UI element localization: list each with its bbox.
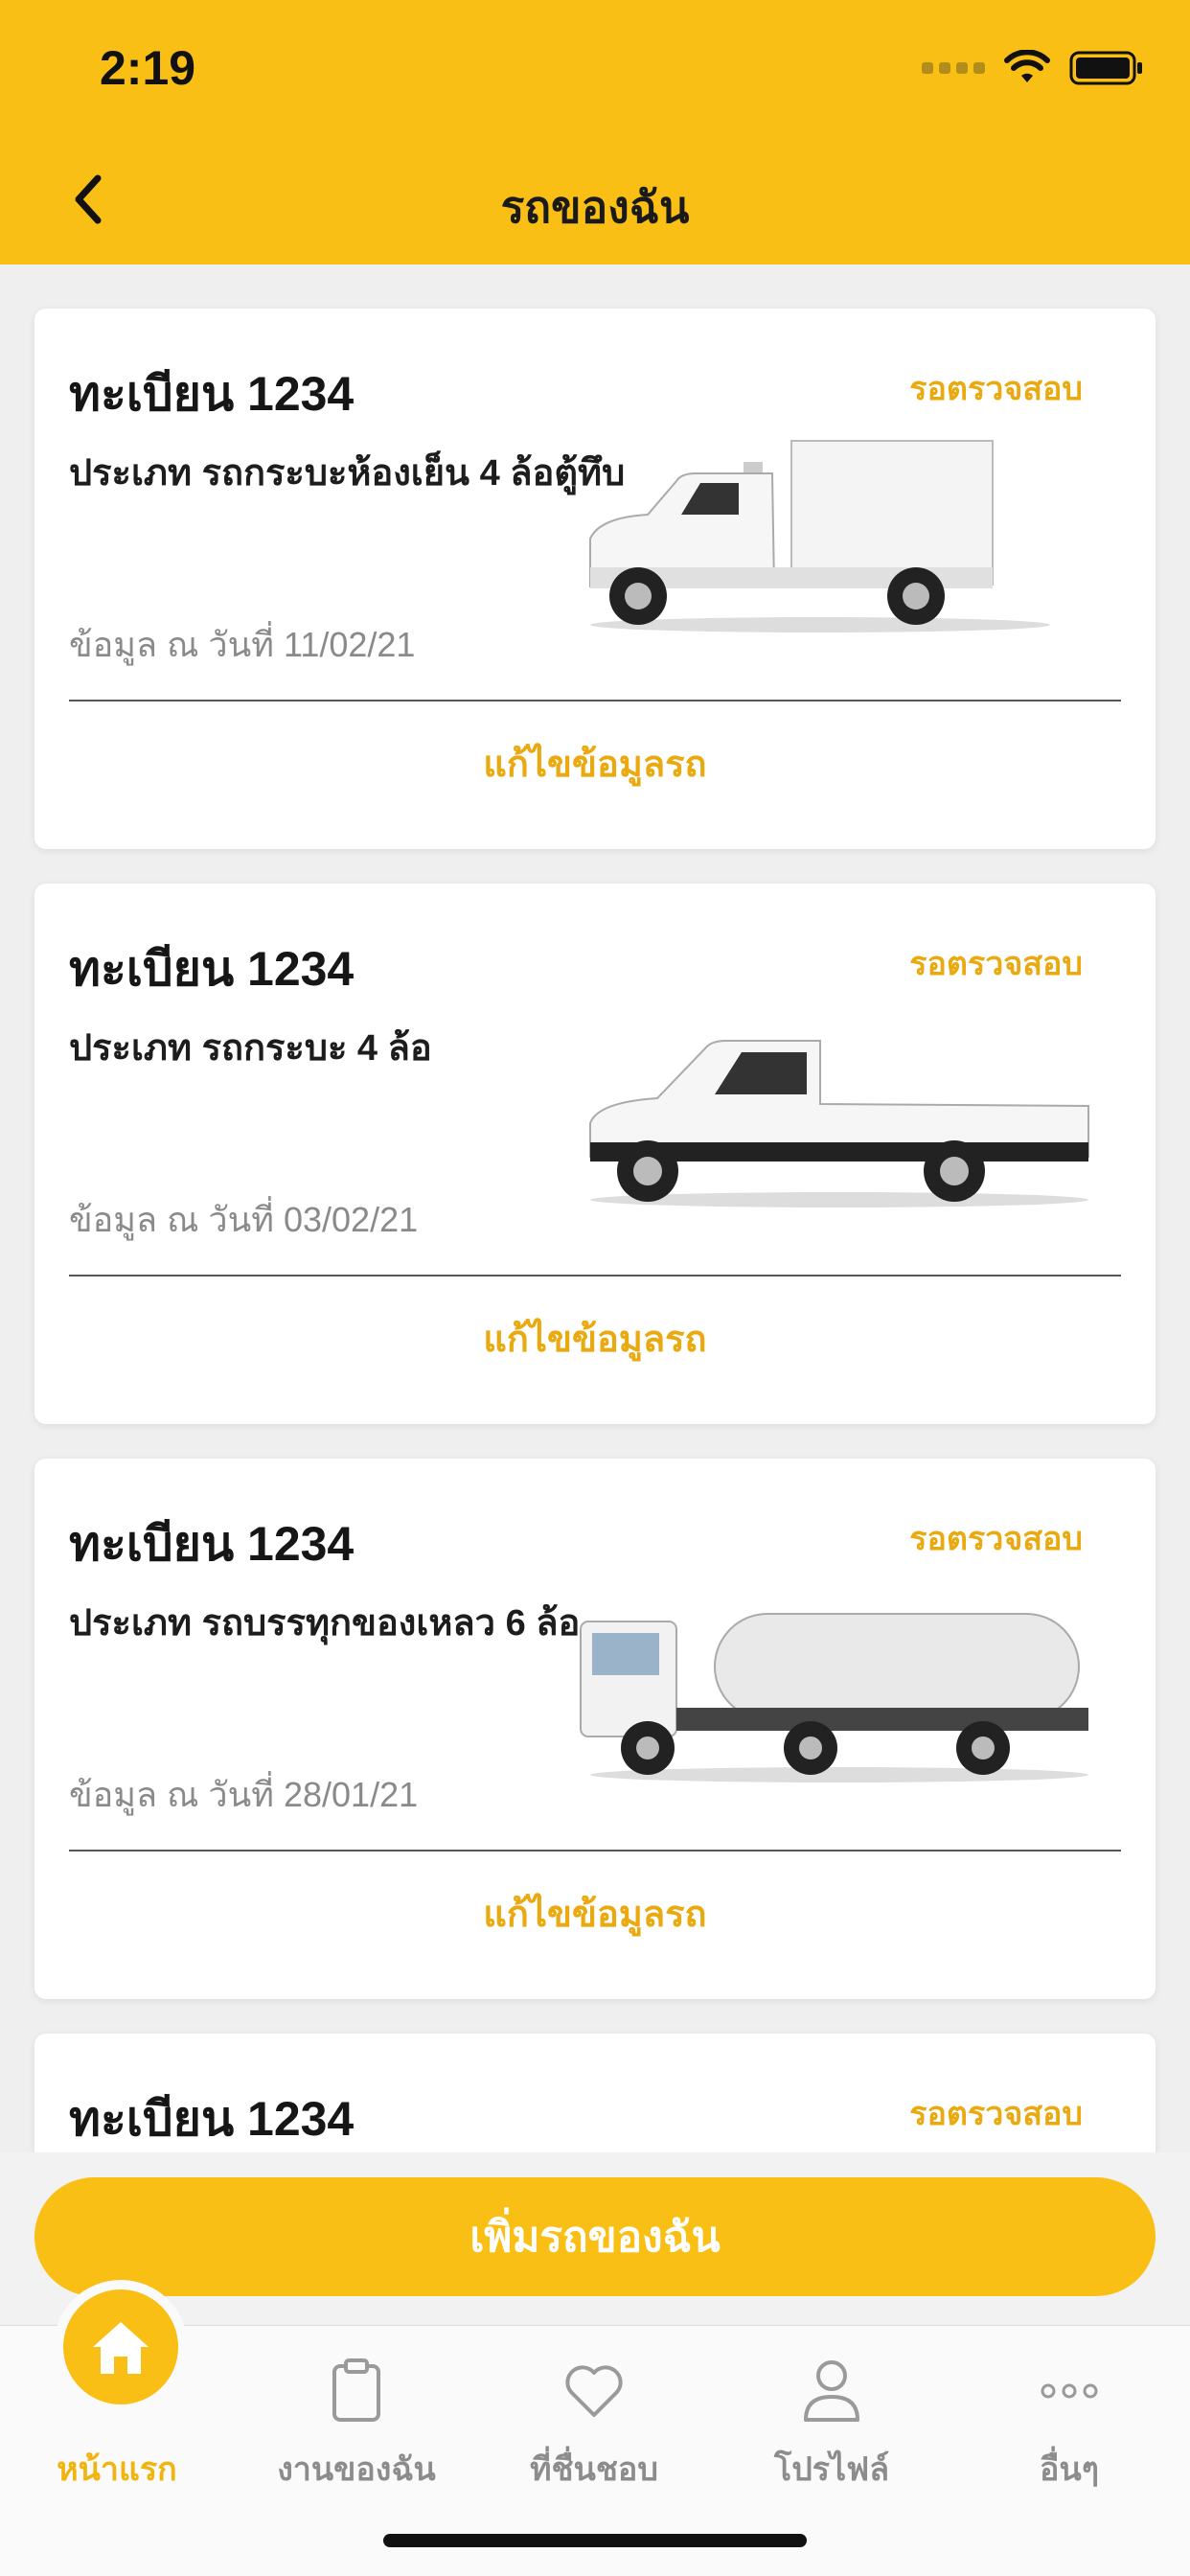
card-divider <box>69 700 1121 702</box>
vehicle-date: ข้อมูล ณ วันที่ 11/02/21 <box>69 625 416 664</box>
tab-profile[interactable]: โปรไฟล์ <box>717 2326 947 2508</box>
vehicle-card[interactable]: ทะเบียน 1234 รอตรวจสอบ ประเภท รถกระบะห้อ… <box>34 309 1156 849</box>
vehicle-list[interactable]: ทะเบียน 1234 รอตรวจสอบ ประเภท รถกระบะห้อ… <box>0 264 1190 2152</box>
edit-vehicle-link[interactable]: แก้ไขข้อมูลรถ <box>34 1309 1156 1368</box>
vehicle-registration: ทะเบียน 1234 <box>69 942 355 996</box>
tab-my-jobs[interactable]: งานของฉัน <box>241 2326 471 2508</box>
tab-favorites[interactable]: ที่ชื่นชอบ <box>479 2326 709 2508</box>
status-badge: รอตรวจสอบ <box>909 1521 1083 1557</box>
signal-icon <box>922 62 985 74</box>
wifi-icon <box>1004 50 1050 86</box>
home-bubble <box>54 2280 188 2414</box>
tab-label: ที่ชื่นชอบ <box>530 2451 658 2488</box>
status-icons <box>922 50 1144 86</box>
vehicle-registration: ทะเบียน 1234 <box>69 2092 355 2146</box>
vehicle-card[interactable]: ทะเบียน 1234 รอตรวจสอบ ประเภท รถบรรทุกขอ… <box>34 1459 1156 1999</box>
tab-home[interactable]: หน้าแรก <box>2 2280 232 2508</box>
tab-label: งานของฉัน <box>277 2451 436 2488</box>
vehicle-registration: ทะเบียน 1234 <box>69 367 355 421</box>
heart-icon <box>563 2353 625 2429</box>
add-vehicle-button[interactable]: เพิ่มรถของฉัน <box>34 2177 1156 2296</box>
vehicle-card[interactable]: ทะเบียน 1234 รอตรวจสอบ <box>34 2034 1156 2152</box>
more-icon <box>1039 2353 1100 2429</box>
vehicle-type: ประเภท รถกระบะ 4 ล้อ <box>69 1028 432 1069</box>
edit-vehicle-link[interactable]: แก้ไขข้อมูลรถ <box>34 1884 1156 1943</box>
pickup-truck-image <box>571 999 1108 1229</box>
vehicle-card[interactable]: ทะเบียน 1234 รอตรวจสอบ ประเภท รถกระบะ 4 … <box>34 884 1156 1424</box>
home-icon <box>63 2289 178 2404</box>
tab-label: อื่นๆ <box>1040 2451 1099 2488</box>
status-badge: รอตรวจสอบ <box>909 946 1083 982</box>
home-indicator <box>383 2534 807 2547</box>
vehicle-date: ข้อมูล ณ วันที่ 28/01/21 <box>69 1775 419 1814</box>
status-time: 2:19 <box>100 41 196 95</box>
app-header: 2:19 รถของฉัน <box>0 0 1190 264</box>
status-badge: รอตรวจสอบ <box>909 2096 1083 2132</box>
add-button-area: เพิ่มรถของฉัน <box>0 2152 1190 2325</box>
status-badge: รอตรวจสอบ <box>909 371 1083 407</box>
vehicle-type: ประเภท รถกระบะห้องเย็น 4 ล้อตู้ทึบ <box>69 453 626 494</box>
tab-more[interactable]: อื่นๆ <box>954 2326 1184 2508</box>
edit-vehicle-link[interactable]: แก้ไขข้อมูลรถ <box>34 734 1156 793</box>
clipboard-icon <box>331 2353 382 2429</box>
tab-label: โปรไฟล์ <box>773 2451 890 2488</box>
vehicle-type: ประเภท รถบรรทุกของเหลว 6 ล้อ <box>69 1603 581 1644</box>
card-divider <box>69 1850 1121 1852</box>
card-divider <box>69 1275 1121 1276</box>
refrigerated-pickup-image <box>571 424 1108 654</box>
vehicle-registration: ทะเบียน 1234 <box>69 1517 355 1571</box>
tab-label: หน้าแรก <box>57 2451 177 2488</box>
user-icon <box>802 2353 861 2429</box>
tanker-truck-image <box>571 1574 1108 1804</box>
vehicle-date: ข้อมูล ณ วันที่ 03/02/21 <box>69 1200 419 1239</box>
page-title: รถของฉัน <box>500 182 690 232</box>
battery-icon <box>1069 50 1144 86</box>
